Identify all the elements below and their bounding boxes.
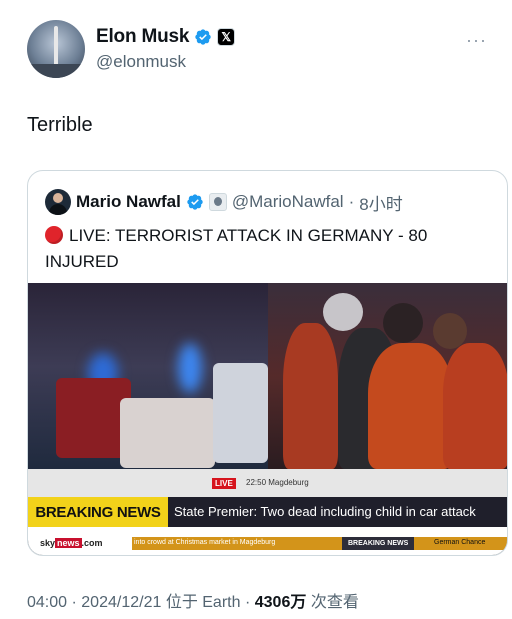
quoted-handle[interactable]: @MarioNawfal bbox=[232, 192, 344, 212]
breaking-news-headline: State Premier: Two dead including child … bbox=[174, 504, 476, 519]
breaking-news-label: BREAKING NEWS bbox=[28, 497, 168, 527]
more-options-icon[interactable]: ··· bbox=[466, 30, 487, 51]
breaking-news-banner: BREAKING NEWS State Premier: Two dead in… bbox=[28, 497, 507, 527]
separator-dot: · bbox=[348, 192, 355, 211]
ticker-text: into crowd at Christmas market in Magdeb… bbox=[134, 539, 276, 546]
logo-news: news bbox=[55, 538, 82, 548]
street-scene-image bbox=[28, 283, 268, 469]
quoted-text-body: LIVE: TERRORIST ATTACK IN GERMANY - 80 I… bbox=[45, 226, 428, 271]
separator-dot: · bbox=[71, 594, 77, 611]
news-video-thumbnail[interactable]: LIVE 22:50 Magdeburg BREAKING NEWS State… bbox=[28, 283, 507, 555]
author-avatar[interactable] bbox=[27, 20, 85, 78]
logo-com: .com bbox=[81, 538, 103, 548]
red-circle-icon bbox=[45, 226, 63, 244]
live-status-bar: LIVE 22:50 Magdeburg bbox=[28, 469, 507, 497]
separator-dot: · bbox=[244, 594, 251, 611]
ticker-breaking-label: BREAKING NEWS bbox=[342, 537, 415, 550]
x-logo-icon[interactable]: 𝕏 bbox=[217, 28, 236, 46]
live-time: 22:50 bbox=[246, 478, 267, 487]
logo-sky: sky bbox=[40, 538, 56, 548]
quoted-author-name[interactable]: Mario Nawfal bbox=[76, 192, 181, 212]
news-ticker: sky news .com into crowd at Christmas mark… bbox=[28, 527, 507, 555]
quoted-text: LIVE: TERRORIST ATTACK IN GERMANY - 80 I… bbox=[45, 223, 495, 275]
quoted-timestamp[interactable]: 8小时 bbox=[359, 190, 402, 215]
live-tag: LIVE bbox=[212, 478, 236, 489]
tweet-header: Elon Musk 𝕏 @elonmusk ··· bbox=[27, 20, 487, 80]
tweet-text: Terrible bbox=[27, 114, 93, 136]
view-label: 次查看 bbox=[310, 594, 359, 611]
author-name[interactable]: Elon Musk bbox=[96, 26, 189, 48]
author-name-row: Elon Musk 𝕏 bbox=[96, 26, 236, 48]
quoted-header: Mario Nawfal @MarioNawfal · 8小时 bbox=[45, 189, 403, 215]
author-handle[interactable]: @elonmusk bbox=[96, 52, 186, 72]
post-date[interactable]: 2024/12/21 bbox=[81, 594, 161, 611]
view-count: 4306万 bbox=[254, 594, 307, 611]
firefighters-image bbox=[268, 283, 507, 469]
quoted-avatar[interactable] bbox=[45, 189, 71, 215]
post-time[interactable]: 04:00 bbox=[27, 594, 67, 611]
ticker-strip: into crowd at Christmas market in Magdeb… bbox=[132, 537, 507, 550]
sky-news-logo: sky news .com bbox=[40, 538, 103, 548]
post-location: 位于 Earth bbox=[165, 594, 241, 611]
live-location: Magdeburg bbox=[268, 478, 309, 487]
ticker-tail: German Chance bbox=[434, 539, 486, 546]
verified-badge-icon[interactable] bbox=[194, 28, 212, 46]
affiliate-badge-icon[interactable] bbox=[208, 193, 227, 211]
tweet-metadata: 04:00 · 2024/12/21 位于 Earth · 4306万 次查看 bbox=[27, 588, 359, 612]
verified-badge-icon[interactable] bbox=[186, 193, 204, 211]
live-info: 22:50 Magdeburg bbox=[246, 478, 309, 487]
quoted-tweet-card[interactable]: Mario Nawfal @MarioNawfal · 8小时 LIVE: TE… bbox=[27, 170, 508, 556]
